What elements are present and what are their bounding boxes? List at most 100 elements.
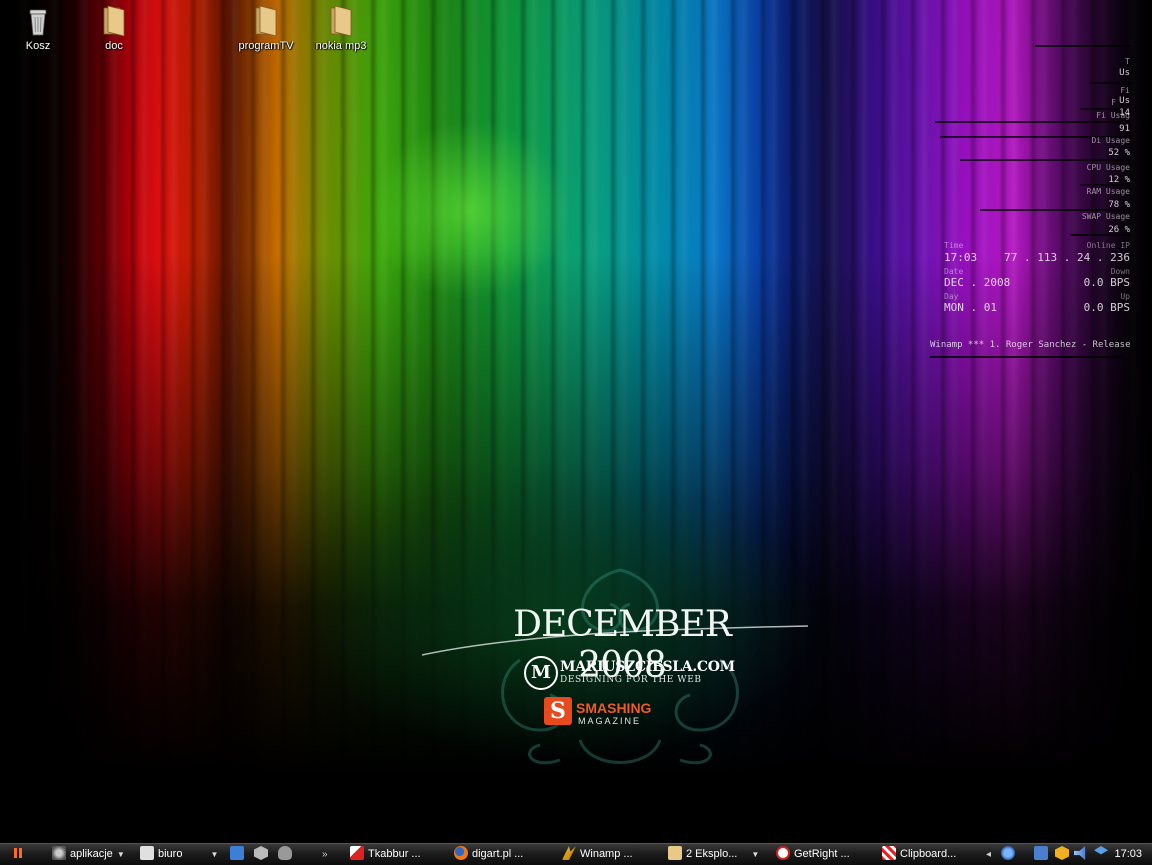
monitor-label: Di Usage (1091, 136, 1130, 145)
task-label: Clipboard... (900, 848, 957, 860)
time-value: 17:03 (944, 251, 978, 264)
folder-icon (325, 4, 357, 38)
task-digart[interactable]: digart.pl ... (454, 846, 523, 863)
applications-icon (52, 846, 66, 860)
monitor-bar (960, 159, 1130, 161)
system-monitor-widget: T Us Fi Us F 14 Fi Usag 91 Di Usage 52 %… (930, 38, 1130, 368)
quicklaunch-overflow[interactable]: » (322, 846, 328, 863)
shield-icon (1055, 846, 1069, 860)
down-label: Down (1110, 267, 1130, 276)
chevron-down-icon: ▼ (751, 850, 760, 859)
desktop-icon-programtv[interactable]: programTV (226, 4, 306, 52)
tray-dropbox[interactable] (1094, 846, 1112, 863)
task-tkabbur[interactable]: Tkabbur ... (350, 846, 421, 863)
swoosh-line (421, 625, 809, 656)
magazine-name: SMASHING (576, 700, 652, 716)
down-value: 0.0 BPS (1083, 276, 1130, 289)
ip-value: 77 . 113 . 24 . 236 (1004, 251, 1130, 264)
monitor-bar (1090, 82, 1130, 84)
task-label: 2 Eksplo... (686, 848, 738, 860)
clipboard-icon (882, 846, 896, 860)
trash-icon (22, 4, 54, 38)
menu-aplikacje[interactable]: aplikacje ▼ (52, 846, 125, 863)
date-value: DEC . 2008 (944, 276, 1011, 289)
folder-icon (250, 4, 282, 38)
now-playing: Winamp *** 1. Roger Sanchez - Release (930, 340, 1131, 350)
desktop-icon-label: programTV (238, 40, 294, 52)
getright-icon (776, 846, 790, 860)
tray-volume[interactable] (1074, 846, 1092, 863)
site-logo: M (524, 656, 558, 690)
monitor-label: Fi Usag (1096, 111, 1130, 120)
menu-biuro[interactable]: biuro ▼ (140, 846, 218, 863)
monitor-bar (935, 121, 1130, 123)
menu-aplikacje-label: aplikacje (70, 848, 113, 860)
quicklaunch-skull[interactable] (278, 846, 296, 863)
monitor-bar (1070, 234, 1130, 236)
desktop-icon-nokia-mp3[interactable]: nokia mp3 (301, 4, 381, 52)
task-label: GetRight ... (794, 848, 850, 860)
tkabber-icon (350, 846, 364, 860)
tray-expand-arrow[interactable]: ◂ (986, 846, 991, 863)
folder-icon (98, 4, 130, 38)
desktop-icon-kosz[interactable]: Kosz (0, 4, 78, 52)
monitor-bar (1080, 184, 1130, 186)
up-label: Up (1120, 292, 1130, 301)
monitor-label: F (1111, 98, 1116, 107)
task-label: digart.pl ... (472, 848, 524, 860)
speaker-icon (1074, 846, 1086, 860)
chevron-down-icon: ▼ (116, 850, 125, 859)
internet-explorer-icon (230, 846, 244, 860)
chevron-down-icon: ▼ (210, 850, 219, 859)
site-name: MARIUSZCIESLA.COM (560, 659, 735, 675)
desktop-icon-label: Kosz (25, 40, 51, 52)
task-getright[interactable]: GetRight ... (776, 846, 850, 863)
cube-icon (254, 846, 268, 860)
monitor-value: 91 (1119, 124, 1130, 134)
monitor-label: RAM Usage (1086, 187, 1130, 196)
taskbar: aplikacje ▼ biuro ▼ » Tkabbur ... digart.p… (0, 843, 1152, 865)
up-value: 0.0 BPS (1083, 301, 1130, 314)
day-label: Day (944, 292, 959, 301)
monitor-bar (1035, 45, 1130, 47)
task-clipboard[interactable]: Clipboard... (882, 846, 956, 863)
tray-connection[interactable] (1034, 846, 1052, 863)
date-label: Date (944, 267, 964, 276)
taskbar-clock[interactable]: 17:03 (1114, 846, 1142, 863)
task-label: Winamp ... (580, 848, 633, 860)
firefox-icon (454, 846, 468, 860)
box-icon (1094, 846, 1108, 855)
monitor-label: T (1125, 57, 1130, 66)
desktop-icon-doc[interactable]: doc (74, 4, 154, 52)
desktop-icon-label: doc (105, 40, 123, 52)
task-eksplorator[interactable]: 2 Eksplo... ▼ (668, 846, 759, 863)
time-label: Time (944, 241, 964, 250)
monitor-label: SWAP Usage (1081, 212, 1130, 221)
site-tagline: DESIGNING FOR THE WEB (560, 675, 702, 685)
day-value: MON . 01 (944, 301, 997, 314)
pause-icon (12, 847, 24, 859)
skull-icon (278, 846, 292, 860)
desktop-icon-label: nokia mp3 (315, 40, 367, 52)
monitor-label: Fi (1120, 86, 1130, 95)
quicklaunch-ie[interactable] (230, 846, 248, 863)
menu-biuro-label: biuro (158, 848, 183, 860)
task-label: Tkabbur ... (368, 848, 421, 860)
task-winamp[interactable]: Winamp ... (562, 846, 633, 863)
tray-network[interactable] (1001, 846, 1019, 863)
quicklaunch-cube[interactable] (254, 846, 272, 863)
globe-icon (1001, 846, 1015, 860)
ip-label: Online IP (1086, 241, 1130, 250)
monitor-label: CPU Usage (1086, 163, 1130, 172)
network-icon (1034, 846, 1048, 860)
monitor-value: 52 % (1108, 148, 1130, 158)
track-progress-bar (930, 356, 1125, 358)
magazine-logo: S (544, 697, 572, 725)
folder-icon (668, 846, 682, 860)
tray-security[interactable] (1055, 846, 1073, 863)
magazine-subtitle: MAGAZINE (578, 716, 642, 726)
start-button[interactable] (12, 846, 24, 863)
office-icon (140, 846, 154, 860)
monitor-value: Us (1119, 68, 1130, 78)
monitor-value: Us (1119, 96, 1130, 106)
